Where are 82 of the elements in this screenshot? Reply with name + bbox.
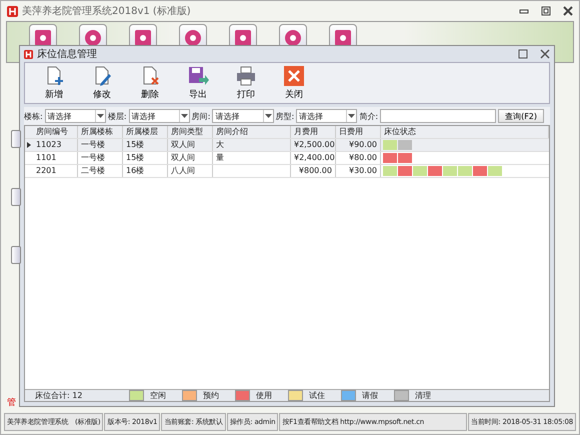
legend-label: 请假 <box>362 390 379 401</box>
caret-icon <box>180 114 188 118</box>
query-button[interactable]: 查询(F2) <box>498 109 544 123</box>
table-cell: 15楼 <box>123 139 168 151</box>
toolbar-button[interactable]: 导出 <box>181 63 215 103</box>
legend-label: 预约 <box>203 390 220 401</box>
filter-dropdown[interactable]: 请选择 <box>44 109 106 123</box>
legend-label: 空闲 <box>150 390 167 401</box>
close-icon[interactable] <box>563 6 573 16</box>
nav-symbol-icon <box>285 30 301 46</box>
column-header[interactable]: 所属楼栋 <box>78 126 123 138</box>
table-cell: ¥2,500.00 <box>291 139 336 151</box>
table-cell: 二号楼 <box>78 165 123 177</box>
table-cell: ¥30.00 <box>336 165 381 177</box>
side-tab[interactable] <box>11 246 21 264</box>
caret-icon <box>348 114 356 118</box>
table-cell: 量 <box>213 152 291 164</box>
table-cell: 双人间 <box>168 139 213 151</box>
toolbar-button[interactable]: 打印 <box>229 63 263 103</box>
side-tab[interactable] <box>11 188 21 206</box>
nav-symbol-icon <box>185 30 201 46</box>
nav-symbol-icon <box>235 30 251 46</box>
table-cell: 1101 <box>33 152 78 164</box>
restore-icon[interactable] <box>541 6 551 16</box>
table-cell: ¥80.00 <box>336 152 381 164</box>
bed-total-label: 床位合计: 12 <box>34 390 84 401</box>
description-input-field[interactable] <box>380 109 496 123</box>
close-icon[interactable] <box>540 49 550 59</box>
child-window-title: 床位信息管理 <box>37 48 97 61</box>
filter-label: 房型: <box>276 110 294 122</box>
filter-label: 简介: <box>359 110 378 122</box>
legend-label: 清理 <box>415 390 432 401</box>
restore-icon[interactable] <box>518 49 528 59</box>
table-cell: 11023 <box>33 139 78 151</box>
table-row[interactable]: 11023 一号楼 15楼 双人间 大 ¥2,500.00 ¥90.00 <box>25 139 549 152</box>
window-logo-icon <box>24 50 33 58</box>
column-header[interactable]: 所属楼层 <box>123 126 168 138</box>
table-cell: 一号楼 <box>78 139 123 151</box>
filter-dropdown[interactable]: 请选择 <box>296 109 358 123</box>
table-cell: 15楼 <box>123 152 168 164</box>
side-tab[interactable] <box>11 130 21 148</box>
filter-label: 楼层: <box>108 110 127 122</box>
table-cell: 双人间 <box>168 152 213 164</box>
table-cell: ¥90.00 <box>336 139 381 151</box>
table-row[interactable]: 1101 一号楼 15楼 双人间 量 ¥2,400.00 ¥80.00 <box>25 152 549 165</box>
printer-icon <box>235 65 257 87</box>
app-logo-icon <box>7 6 18 16</box>
toolbar-button[interactable]: 关闭 <box>277 63 311 103</box>
toolbar-button[interactable]: 修改 <box>85 63 119 103</box>
toolbar-button[interactable]: 新增 <box>37 63 71 103</box>
legend-label: 试住 <box>309 390 326 401</box>
nav-symbol-icon <box>35 30 51 46</box>
column-header[interactable]: 日费用 <box>336 126 381 138</box>
table-cell: ¥800.00 <box>291 165 336 177</box>
close-icon <box>283 65 305 87</box>
nav-symbol-icon <box>85 30 101 46</box>
table-cell: 16楼 <box>123 165 168 177</box>
save-export-icon <box>187 65 209 87</box>
legend-label: 使用 <box>256 390 273 401</box>
table-cell: 八人间 <box>168 165 213 177</box>
table-row[interactable]: 2201 二号楼 16楼 八人间 ¥800.00 ¥30.00 <box>25 165 549 178</box>
table-cell: ¥2,400.00 <box>291 152 336 164</box>
column-header[interactable]: 床位状态 <box>381 126 549 138</box>
window-title: 美萍养老院管理系统2018v1 (标准版) <box>22 4 191 18</box>
table-cell: 2201 <box>33 165 78 177</box>
table-cell: 一号楼 <box>78 152 123 164</box>
column-header[interactable]: 月费用 <box>291 126 336 138</box>
nav-symbol-icon <box>335 30 351 46</box>
caret-icon <box>264 114 272 118</box>
side-label: 管 <box>7 396 16 409</box>
row-pointer-icon <box>27 142 31 148</box>
filter-dropdown[interactable]: 请选择 <box>128 109 190 123</box>
nav-symbol-icon <box>135 30 151 46</box>
column-header[interactable]: 房间编号 <box>33 126 78 138</box>
column-header[interactable]: 房间类型 <box>168 126 213 138</box>
column-header[interactable]: 房间介绍 <box>213 126 291 138</box>
caret-icon <box>96 114 104 118</box>
toolbar-button[interactable]: 删除 <box>133 63 167 103</box>
table-cell: 大 <box>213 139 291 151</box>
filter-label: 房间: <box>192 110 210 122</box>
filter-label: 楼栋: <box>24 110 43 122</box>
filter-dropdown[interactable]: 请选择 <box>212 109 274 123</box>
